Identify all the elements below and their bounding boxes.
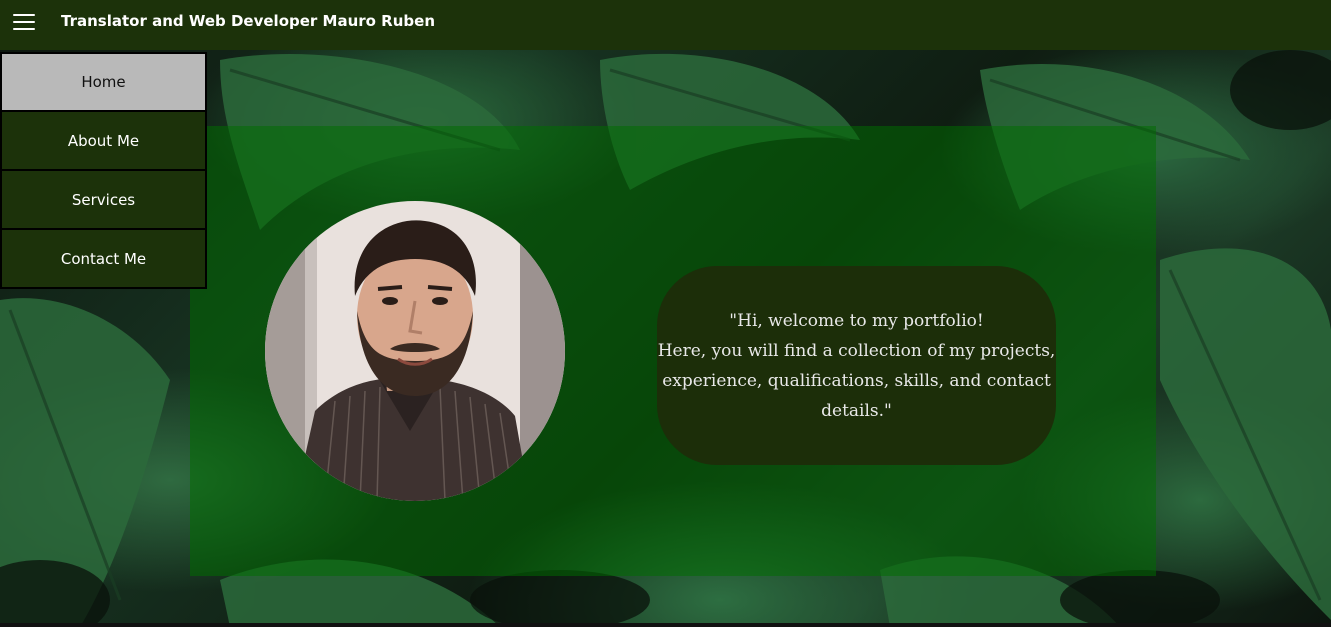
welcome-line-4: details." (821, 400, 892, 421)
side-navigation-menu: Home About Me Services Contact Me (0, 52, 208, 289)
top-header-bar: Translator and Web Developer Mauro Ruben (0, 0, 1331, 50)
profile-photo (265, 201, 565, 501)
portfolio-page: Translator and Web Developer Mauro Ruben… (0, 0, 1331, 627)
nav-item-contact-me[interactable]: Contact Me (0, 230, 207, 289)
bottom-edge-line (0, 623, 1331, 627)
welcome-line-1: "Hi, welcome to my portfolio! (729, 310, 984, 331)
welcome-line-2: Here, you will find a collection of my p… (657, 340, 1056, 361)
nav-item-about-me[interactable]: About Me (0, 112, 207, 171)
welcome-line-3: experience, qualifications, skills, and … (662, 370, 1051, 391)
welcome-message: "Hi, welcome to my portfolio! Here, you … (658, 306, 1056, 426)
nav-item-services[interactable]: Services (0, 171, 207, 230)
welcome-message-box: "Hi, welcome to my portfolio! Here, you … (657, 266, 1056, 465)
hamburger-menu-icon[interactable] (13, 12, 35, 32)
nav-item-home[interactable]: Home (0, 52, 207, 112)
site-title: Translator and Web Developer Mauro Ruben (61, 12, 435, 30)
